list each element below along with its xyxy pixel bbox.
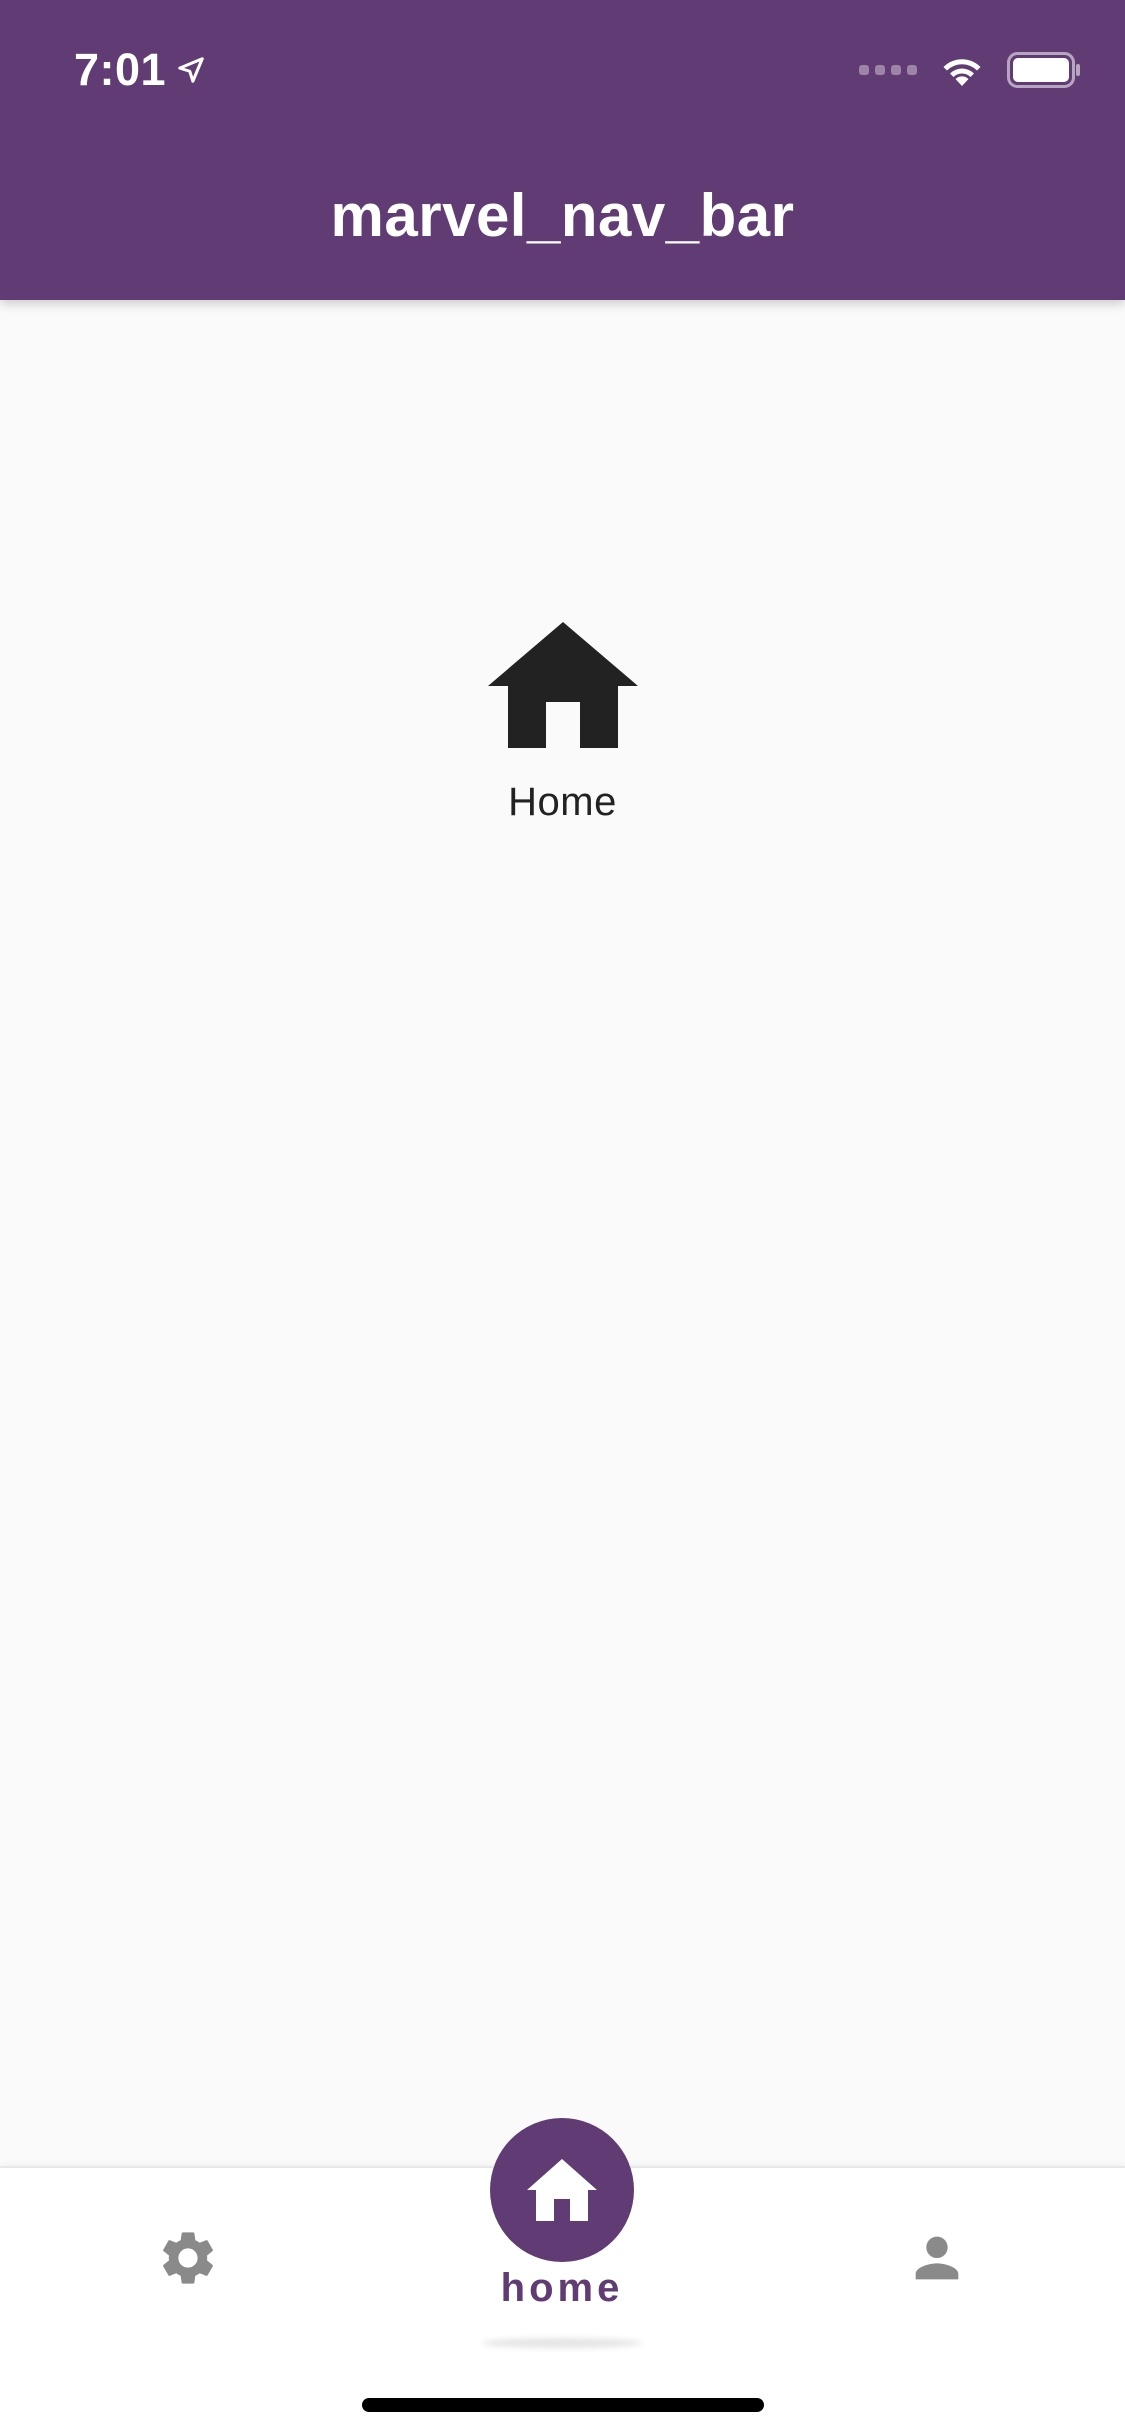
page-title: marvel_nav_bar bbox=[330, 182, 795, 249]
nav-home-circle bbox=[490, 2118, 634, 2262]
content-label: Home bbox=[508, 780, 617, 824]
location-arrow-icon bbox=[178, 57, 204, 83]
app-screen: 7:01 marvel_nav_bar Home home bbox=[0, 0, 1125, 2436]
nav-item-home[interactable]: home bbox=[462, 2118, 662, 2348]
bottom-nav-bar: home bbox=[0, 2118, 1125, 2436]
person-icon bbox=[915, 2236, 959, 2280]
cellular-signal-icon bbox=[859, 65, 917, 75]
battery-icon bbox=[1007, 52, 1080, 88]
home-icon bbox=[487, 622, 638, 748]
nav-home-shadow bbox=[482, 2338, 642, 2348]
app-bar: 7:01 marvel_nav_bar bbox=[0, 0, 1125, 300]
home-content: Home bbox=[0, 620, 1125, 825]
nav-item-profile[interactable] bbox=[897, 2218, 977, 2298]
wifi-icon bbox=[943, 59, 981, 86]
gear-icon bbox=[163, 2232, 213, 2284]
home-indicator[interactable] bbox=[362, 2398, 764, 2412]
status-time-text: 7:01 bbox=[74, 44, 167, 95]
nav-item-home-label: home bbox=[500, 2266, 624, 2310]
status-time: 7:01 bbox=[74, 40, 206, 100]
nav-item-settings[interactable] bbox=[148, 2218, 228, 2298]
status-icons bbox=[859, 48, 1081, 92]
home-icon bbox=[527, 2159, 597, 2221]
